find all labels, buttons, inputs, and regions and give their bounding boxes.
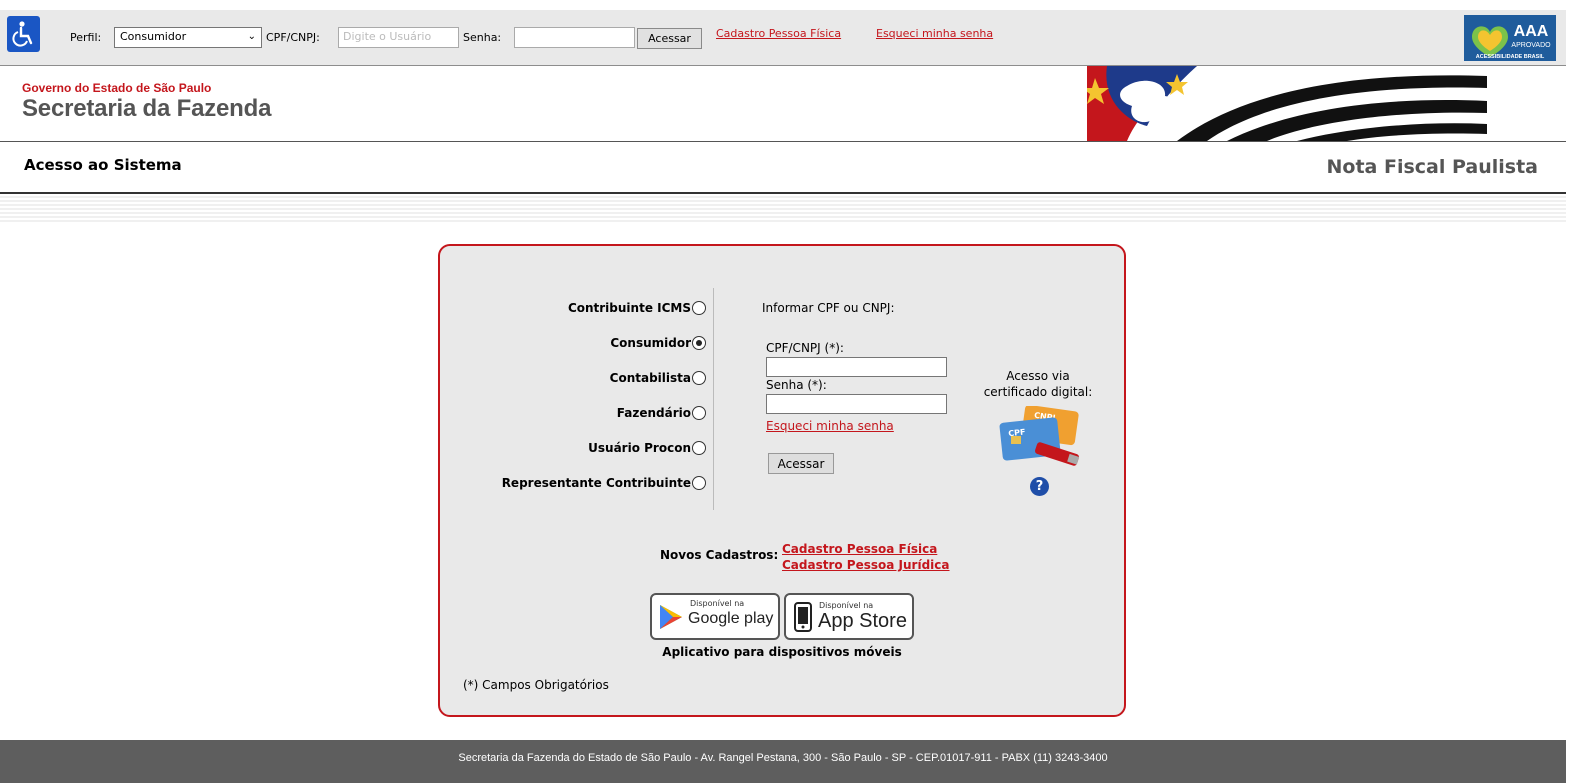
senha-label: Senha: [463,31,502,44]
novos-cadastros-links: Cadastro Pessoa Física Cadastro Pessoa J… [782,541,950,573]
role-label: Contribuinte ICMS [567,301,691,315]
cadastro-pessoa-juridica-link[interactable]: Cadastro Pessoa Jurídica [782,557,950,573]
role-option-usuario-procon[interactable]: Usuário Procon [588,438,706,458]
aaa-badge-caption: ACESSIBILIDADE BRASIL [1476,54,1545,60]
page-footer: Secretaria da Fazenda do Estado de São P… [0,740,1566,783]
cpf-cnpj-label: CPF/CNPJ (*): [766,341,844,355]
chevron-down-icon: ⌄ [247,31,256,42]
system-title: Nota Fiscal Paulista [1326,156,1539,178]
decorative-stripes [0,196,1566,222]
secretaria-title: Secretaria da Fazenda [22,95,272,122]
appstore-small-label: Disponível na [819,601,874,610]
radio-button[interactable] [692,476,706,490]
cadastro-pessoa-fisica-link[interactable]: Cadastro Pessoa Física [782,541,950,557]
acessar-button[interactable]: Acessar [637,28,702,49]
gplay-small-label: Disponível na [690,599,745,608]
role-option-consumidor[interactable]: Consumidor [610,333,706,353]
radio-button[interactable] [692,336,706,350]
acessibilidade-brasil-badge[interactable]: AAA APROVADO ACESSIBILIDADE BRASIL [1464,15,1556,61]
senha-field[interactable] [766,394,947,414]
aaa-badge-sub: APROVADO [1511,42,1551,49]
login-panel: Contribuinte ICMS Consumidor Contabilist… [438,244,1126,717]
info-title: Informar CPF ou CNPJ: [762,301,895,315]
role-option-representante-contribuinte[interactable]: Representante Contribuinte [502,473,706,493]
app-store-badge[interactable]: Disponível na App Store [784,593,914,640]
scrollbar-gutter [1566,0,1576,783]
google-play-badge[interactable]: Disponível na Google play [650,593,780,640]
radio-button[interactable] [692,441,706,455]
digital-certificate-icon[interactable]: CNPJ CPF [995,406,1085,474]
cert-line-2: certificado digital: [983,385,1093,399]
certificado-text: Acesso via certificado digital: [975,368,1101,400]
perfil-select[interactable]: Consumidor ⌄ [114,27,262,48]
app-caption: Aplicativo para dispositivos móveis [662,645,902,659]
role-option-fazendario[interactable]: Fazendário [617,403,706,423]
perfil-label: Perfil: [70,31,102,44]
radio-button[interactable] [692,406,706,420]
cpf-label: CPF/CNPJ: [266,31,320,44]
governo-label: Governo do Estado de São Paulo [22,81,212,95]
login-acessar-button[interactable]: Acessar [768,453,834,474]
accessibility-icon[interactable] [7,16,40,52]
role-label: Fazendário [616,406,691,420]
site-header: Governo do Estado de São Paulo Secretari… [0,66,1566,142]
senha-input[interactable] [514,27,635,48]
role-label: Usuário Procon [588,441,691,455]
phone-icon [794,602,812,632]
novos-cadastros-label: Novos Cadastros: [660,548,779,562]
page-title: Acesso ao Sistema [24,156,182,174]
vertical-divider [713,288,714,510]
appstore-big-label: App Store [818,610,907,632]
role-option-contribuinte-icms[interactable]: Contribuinte ICMS [568,298,706,318]
radio-button[interactable] [692,371,706,385]
radio-button[interactable] [692,301,706,315]
role-label: Representante Contribuinte [501,476,691,490]
role-label: Consumidor [610,336,691,350]
cert-line-1: Acesso via [1006,369,1070,383]
role-option-contabilista[interactable]: Contabilista [610,368,706,388]
top-toolbar: Perfil: Consumidor ⌄ CPF/CNPJ: Digite o … [0,10,1566,66]
gplay-big-label: Google play [688,610,774,627]
subheader: Acesso ao Sistema Nota Fiscal Paulista [0,142,1566,194]
cadastro-pessoa-fisica-link[interactable]: Cadastro Pessoa Física [716,27,841,40]
help-icon[interactable]: ? [1030,477,1049,496]
sao-paulo-flag-banner [1087,66,1487,141]
cpf-input[interactable]: Digite o Usuário [338,27,459,48]
google-play-icon [660,605,682,629]
perfil-selected-value: Consumidor [120,30,187,43]
required-fields-note: (*) Campos Obrigatórios [463,678,609,692]
role-label: Contabilista [609,371,691,385]
esqueci-senha-link[interactable]: Esqueci minha senha [766,419,894,433]
esqueci-senha-link[interactable]: Esqueci minha senha [876,27,993,40]
senha-label: Senha (*): [766,378,827,392]
cpf-cnpj-field[interactable] [766,357,947,377]
aaa-badge-title: AAA [1514,23,1549,40]
